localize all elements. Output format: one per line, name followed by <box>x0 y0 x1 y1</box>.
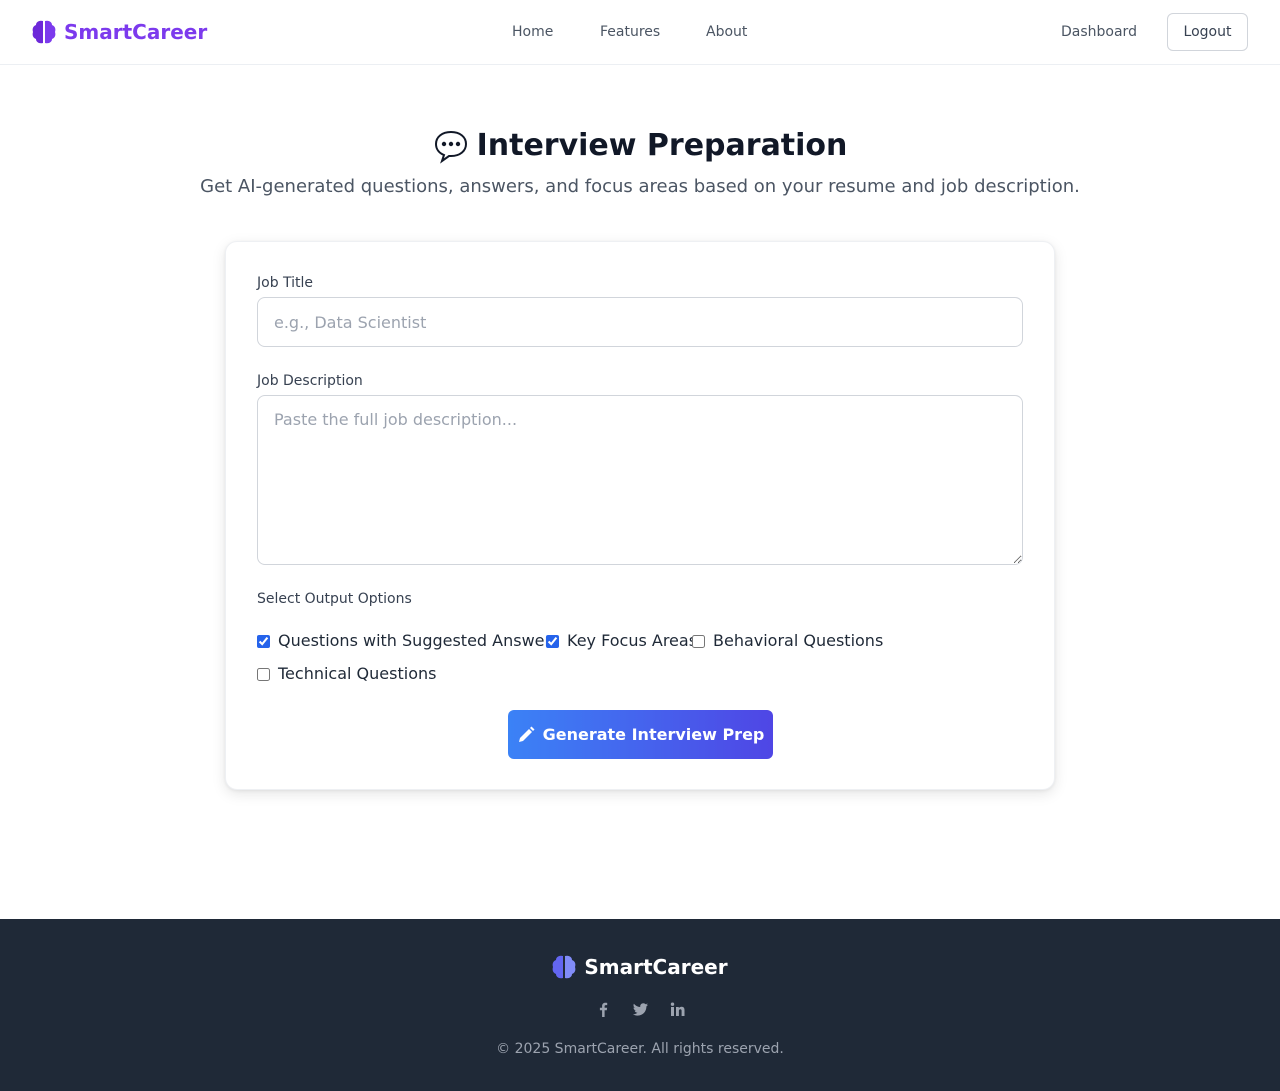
job-title-label: Job Title <box>257 275 314 291</box>
twitter-icon[interactable] <box>632 1001 649 1018</box>
footer: SmartCareer © 2025 SmartCareer. All righ… <box>0 919 1280 1091</box>
output-options-label: Select Output Options <box>257 591 412 607</box>
generate-interview-prep-button[interactable]: Generate Interview Prep <box>508 710 773 759</box>
option-questions-with-answers[interactable]: Questions with Suggested Answers <box>257 630 559 652</box>
page-subtitle: Get AI-generated questions, answers, and… <box>200 176 1080 197</box>
pencil-icon <box>517 726 535 744</box>
job-title-input[interactable] <box>257 297 1023 347</box>
option-behavioral-questions[interactable]: Behavioral Questions <box>692 630 883 652</box>
checkbox-key-focus-areas[interactable] <box>546 634 559 648</box>
option-label: Technical Questions <box>278 664 437 683</box>
job-description-textarea[interactable] <box>257 395 1023 565</box>
top-navbar: SmartCareer Home Features About Dashboar… <box>0 0 1280 65</box>
option-label: Key Focus Areas <box>567 631 698 650</box>
nav-link-features[interactable]: Features <box>600 22 660 42</box>
footer-brand-name: SmartCareer <box>584 955 728 979</box>
linkedin-icon[interactable] <box>669 1001 686 1018</box>
checkbox-questions-with-answers[interactable] <box>257 634 270 648</box>
nav-link-dashboard[interactable]: Dashboard <box>1061 22 1137 42</box>
copyright-text: © 2025 SmartCareer. All rights reserved. <box>496 1041 784 1057</box>
logout-button[interactable]: Logout <box>1167 13 1248 51</box>
option-label: Questions with Suggested Answers <box>278 631 560 650</box>
page-title-text: Interview Preparation <box>476 128 848 163</box>
option-label: Behavioral Questions <box>713 631 884 650</box>
page-title: Interview Preparation <box>0 126 1280 166</box>
option-key-focus-areas[interactable]: Key Focus Areas <box>546 630 697 652</box>
nav-link-home[interactable]: Home <box>512 22 553 42</box>
speech-bubble-icon <box>433 128 469 164</box>
nav-links: Home Features About Dashboard <box>0 22 1280 42</box>
social-links <box>0 1001 1280 1018</box>
generate-button-label: Generate Interview Prep <box>542 725 765 744</box>
nav-link-about[interactable]: About <box>706 22 747 42</box>
job-description-label: Job Description <box>257 373 363 389</box>
facebook-icon[interactable] <box>595 1001 612 1018</box>
checkbox-technical-questions[interactable] <box>257 667 270 681</box>
option-technical-questions[interactable]: Technical Questions <box>257 663 436 685</box>
checkbox-behavioral-questions[interactable] <box>692 634 705 648</box>
footer-brand: SmartCareer <box>0 954 1280 980</box>
interview-prep-form: Job Title Job Description Select Output … <box>225 241 1055 790</box>
brain-icon <box>552 954 576 980</box>
